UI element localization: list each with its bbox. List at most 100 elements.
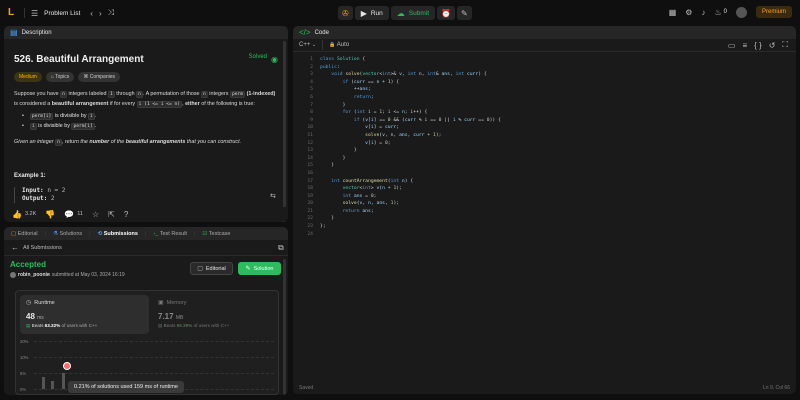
code-i: i <box>29 123 37 131</box>
tab-editorial[interactable]: ▢ Editorial <box>11 231 38 237</box>
lock-icon: 🔒 <box>329 42 336 48</box>
text: Suppose you have <box>14 91 59 97</box>
histogram-bar[interactable] <box>42 377 45 389</box>
memory-label: Memory <box>166 299 187 306</box>
code-icon: </> <box>299 28 311 37</box>
bullet: • <box>22 123 24 130</box>
text: Given an integer <box>14 139 54 146</box>
editor-toolbar: C++ ⌄ 🔒 Auto ▭ ≡ { } ↺ ⛶ <box>293 39 796 52</box>
example-input-label: Input: <box>22 186 44 194</box>
layout-icon[interactable]: ▦ <box>669 8 677 17</box>
tab-testcase[interactable]: ☑ Testcase <box>202 231 230 237</box>
scrollbar[interactable] <box>283 259 286 395</box>
bullet: • <box>22 113 24 120</box>
bell-icon[interactable]: ♪ <box>701 8 705 17</box>
example-output-label: Output: <box>22 194 48 202</box>
histogram-bar[interactable] <box>62 373 65 389</box>
bold-text: (1-indexed) <box>246 91 276 97</box>
format-icon[interactable]: ≡ <box>742 40 747 50</box>
braces-icon[interactable]: { } <box>754 40 762 50</box>
text: the <box>80 139 88 146</box>
problem-list-link[interactable]: Problem List <box>44 10 80 17</box>
your-submission-marker[interactable] <box>63 362 71 370</box>
problem-goal: Given an integer n, return the number of… <box>14 138 278 148</box>
text: integers labeled <box>68 91 107 97</box>
mode-select[interactable]: 🔒 Auto <box>329 42 349 48</box>
star-icon[interactable]: ☆ <box>92 210 99 219</box>
chart-tooltip: 0.21% of solutions used 159 ms of runtim… <box>68 381 184 393</box>
expand-icon[interactable]: ⛶ <box>782 40 788 50</box>
code-editor[interactable]: 1 class Solution { 2 public: 3 void solve(… <box>300 56 790 238</box>
settings-icon[interactable]: ⚙ <box>685 8 692 17</box>
divider: | <box>89 230 91 237</box>
timer-button[interactable]: ⏰ <box>437 6 455 20</box>
tab-submissions[interactable]: ⟲ Submissions <box>98 231 138 237</box>
comment-icon[interactable]: 💬 <box>64 210 74 219</box>
text: through <box>116 91 135 97</box>
description-tab[interactable]: ▤ Description <box>4 26 288 39</box>
list-icon[interactable]: ☰ <box>31 9 38 18</box>
chart-icon: ▤ <box>26 323 31 328</box>
submit-button[interactable]: ☁ Submit <box>390 6 436 20</box>
text: , <box>182 100 184 107</box>
run-button[interactable]: ▶ Run <box>354 6 389 20</box>
description-footer: 👍 3.2K 👎 💬 11 ☆ ⇱ ? <box>4 207 288 221</box>
histogram-bar[interactable] <box>51 381 54 389</box>
code-tab[interactable]: </> Code <box>293 26 796 39</box>
copy-icon[interactable]: ⧉ <box>278 243 284 253</box>
language-select[interactable]: C++ ⌄ <box>299 42 316 48</box>
runtime-card[interactable]: ◷ Runtime 48 ms ▤ Beats 63.32% of users w… <box>20 295 149 334</box>
bug-icon: ✇ <box>342 8 349 18</box>
debug-button[interactable]: ✇ <box>338 6 353 20</box>
submission-back-row[interactable]: ← All Submissions ⧉ <box>4 240 288 256</box>
submission-panel: ▢ Editorial | ⚗ Solutions | ⟲ Submission… <box>4 227 288 395</box>
thumbs-down-icon[interactable]: 👎 <box>45 210 55 219</box>
editorial-button[interactable]: ▢ Editorial <box>190 262 233 275</box>
list-item: • i is divisible by perm[i]. <box>22 123 97 131</box>
memory-unit: MB <box>175 315 184 321</box>
beats-prefix: Beats <box>31 323 44 328</box>
notes-button[interactable]: ✎ <box>457 6 472 20</box>
companies-tag[interactable]: ⌘ Companies <box>78 72 120 82</box>
text: . A permutation of those <box>142 91 200 97</box>
tab-solutions[interactable]: ⚗ Solutions <box>53 231 82 237</box>
help-icon[interactable]: ? <box>124 210 128 219</box>
divider: | <box>193 230 196 237</box>
shuffle-icon[interactable]: ⤨ <box>108 8 114 18</box>
scrollbar[interactable] <box>283 41 286 222</box>
chevron-left-icon[interactable]: ‹ <box>90 9 93 18</box>
text: if for every <box>109 100 136 107</box>
memory-card[interactable]: ▣ Memory 7.17 MB ▤ Beats 96.39% of users … <box>152 295 276 334</box>
tab-test-result[interactable]: ›_ Test Result <box>153 231 187 237</box>
reset-icon[interactable]: ↺ <box>769 40 776 50</box>
tick-label: 20% <box>20 339 29 344</box>
logo[interactable]: L <box>8 7 18 19</box>
chevron-right-icon[interactable]: › <box>99 9 102 18</box>
editor-status-bar: Saved Ln 9, Col 66 <box>293 381 796 394</box>
fire-icon[interactable]: ♨ <box>714 8 721 17</box>
premium-button[interactable]: Premium <box>755 6 792 18</box>
alarm-icon: ⏰ <box>441 8 451 18</box>
solution-button[interactable]: ✎ Solution <box>238 262 281 275</box>
note-icon: ✎ <box>461 8 468 18</box>
bookmark-icon[interactable]: ▭ <box>728 40 736 50</box>
example-output-value: 2 <box>50 194 55 202</box>
code-n: n <box>136 91 143 98</box>
thumbs-up-icon[interactable]: 👍 <box>12 210 22 219</box>
divider <box>24 8 25 18</box>
text: of the following is true: <box>201 100 255 107</box>
panel-toggle-icon[interactable]: ⇆ <box>270 192 276 200</box>
bottom-tabs: ▢ Editorial | ⚗ Solutions | ⟲ Submission… <box>4 227 288 240</box>
example-title: Example 1: <box>14 172 46 179</box>
chart-icon: ▤ <box>158 323 163 328</box>
username[interactable]: robin_pooniя <box>18 272 50 278</box>
share-icon[interactable]: ⇱ <box>108 210 115 219</box>
solution-button-label: Solution <box>253 265 274 272</box>
text: is considered a <box>14 100 51 107</box>
text: integers <box>209 91 229 97</box>
avatar[interactable] <box>735 6 747 18</box>
avatar <box>10 272 16 278</box>
code-i: i <box>88 113 95 121</box>
difficulty-tag[interactable]: Medium <box>14 72 42 82</box>
topics-tag[interactable]: ⌂ Topics <box>45 72 75 82</box>
